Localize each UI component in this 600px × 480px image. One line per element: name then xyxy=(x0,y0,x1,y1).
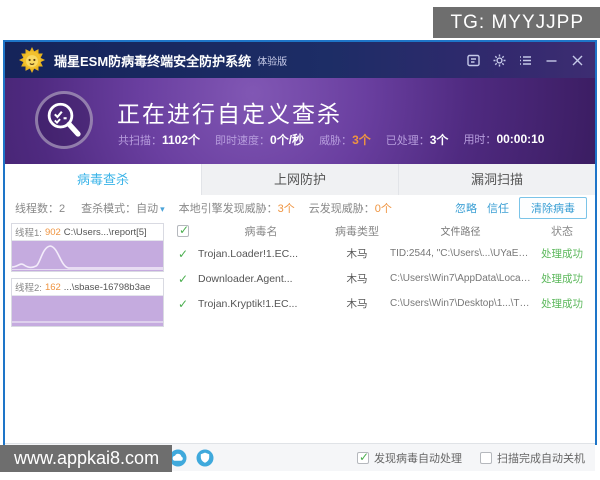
minimize-icon[interactable] xyxy=(544,53,559,68)
tab-bar: 病毒查杀 上网防护 漏洞扫描 xyxy=(5,164,595,195)
stat-elapsed: 用时：00:00:10 xyxy=(463,132,545,146)
stat-scanned: 共扫描：1102个 xyxy=(118,133,201,147)
tab-vulnerability-scan[interactable]: 漏洞扫描 xyxy=(399,164,595,195)
check-icon: ✓ xyxy=(177,246,189,261)
virus-name: Trojan.Kryptik!1.EC... xyxy=(198,297,298,310)
checkbox-icon xyxy=(480,451,492,464)
thread-1-label: 线程1: xyxy=(15,228,42,239)
app-window: 瑞星ESM防病毒终端安全防护系统 体验版 正在进行自定义查杀 共扫描：1102个… xyxy=(3,40,597,471)
thread-2-label: 线程2: xyxy=(15,283,42,294)
stat-threats: 威胁：3个 xyxy=(319,133,371,147)
ignore-button[interactable]: 忽略 xyxy=(455,200,477,216)
status-badge: 处理成功 xyxy=(541,273,583,285)
tg-badge: TG: MYYJJPP xyxy=(432,7,600,38)
select-all-checkbox[interactable] xyxy=(177,223,189,237)
stat-handled: 已处理：3个 xyxy=(385,133,449,147)
col-file-path: 文件路径 xyxy=(440,227,481,238)
table-row[interactable]: ✓ Trojan.Loader!1.EC... 木马 TID:2544, "C:… xyxy=(168,241,593,266)
thread-1-box: 线程1: 902 C:\Users...\report[5] xyxy=(11,223,164,272)
thread-2-box: 线程2: 162 ...\sbase-16798b3ae xyxy=(11,278,164,327)
shield-engine-icon[interactable] xyxy=(196,449,214,467)
settings-gear-icon[interactable] xyxy=(492,53,507,68)
check-icon: ✓ xyxy=(177,296,189,311)
virus-type: 木马 xyxy=(346,248,368,260)
table-row[interactable]: ✓ Downloader.Agent... 木马 C:\Users\Win7\A… xyxy=(168,266,593,291)
file-path: C:\Users\Win7\AppData\Local\...\hn-3[2] xyxy=(390,273,531,284)
table-header-row: 病毒名 病毒类型 文件路径 状态 xyxy=(168,220,593,241)
menu-list-icon[interactable] xyxy=(518,53,533,68)
scan-mode-dropdown[interactable]: 查杀模式：自动 ▾ xyxy=(81,200,165,216)
tab-web-protection[interactable]: 上网防护 xyxy=(202,164,399,195)
virus-type: 木马 xyxy=(346,273,368,285)
stat-speed: 即时速度：0个/秒 xyxy=(215,133,305,147)
scan-status-header: 正在进行自定义查杀 共扫描：1102个 即时速度：0个/秒 威胁：3个 已处理：… xyxy=(5,78,595,164)
trust-button[interactable]: 信任 xyxy=(487,200,509,216)
thread-1-count: 902 xyxy=(44,226,61,238)
content-area: 线程1: 902 C:\Users...\report[5] 线程2: 162 … xyxy=(5,220,595,471)
app-edition-badge: 体验版 xyxy=(257,56,288,68)
thread-2-sparkline xyxy=(12,296,163,326)
virus-table: 病毒名 病毒类型 文件路径 状态 ✓ Trojan.Loader!1.EC...… xyxy=(168,220,593,316)
status-badge: 处理成功 xyxy=(541,248,583,260)
thread-panel: 线程1: 902 C:\Users...\report[5] 线程2: 162 … xyxy=(11,223,164,333)
file-path: TID:2544, "C:\Users\...\UYaEB1CDoa.exe" xyxy=(390,248,531,259)
rising-lion-logo xyxy=(19,47,45,73)
app-title: 瑞星ESM防病毒终端安全防护系统 xyxy=(54,53,252,69)
table-row[interactable]: ✓ Trojan.Kryptik!1.EC... 木马 C:\Users\Win… xyxy=(168,291,593,316)
cloud-threats: 云发现威胁：0个 xyxy=(308,202,392,215)
virus-type: 木马 xyxy=(346,298,368,310)
chevron-down-icon: ▾ xyxy=(160,203,165,214)
scan-toolbar: 线程数：2 查杀模式：自动 ▾ 本地引擎发现威胁：3个 云发现威胁：0个 忽略 信… xyxy=(5,195,595,220)
scan-magnifier-icon xyxy=(35,91,93,149)
thread-1-sparkline xyxy=(12,241,163,271)
thread-count-label: 线程数：2 xyxy=(15,202,66,215)
status-badge: 处理成功 xyxy=(541,298,583,310)
titlebar: 瑞星ESM防病毒终端安全防护系统 体验版 xyxy=(5,42,595,78)
clean-virus-button[interactable]: 清除病毒 xyxy=(519,196,587,219)
auto-shutdown-checkbox[interactable]: 扫描完成自动关机 xyxy=(480,450,585,466)
auto-handle-checkbox[interactable]: 发现病毒自动处理 xyxy=(357,450,462,466)
col-virus-name: 病毒名 xyxy=(244,225,278,238)
scan-stats: 共扫描：1102个 即时速度：0个/秒 威胁：3个 已处理：3个 用时：00:0… xyxy=(118,131,544,148)
tab-virus-scan[interactable]: 病毒查杀 xyxy=(5,164,202,195)
thread-2-path: ...\sbase-16798b3ae xyxy=(63,281,151,293)
scan-title: 正在进行自定义查杀 xyxy=(117,101,342,127)
file-path: C:\Users\Win7\Desktop\1...\TRBYU23.exe xyxy=(390,298,531,309)
thread-2-count: 162 xyxy=(44,281,61,293)
thread-1-path: C:\Users...\report[5] xyxy=(63,226,147,238)
checkbox-icon xyxy=(357,450,369,464)
notification-icon[interactable] xyxy=(466,53,481,68)
page: TG: MYYJJPP 瑞星ESM防病毒终端安全防护系统 体验版 正在进行自定义… xyxy=(0,0,600,480)
virus-name: Downloader.Agent... xyxy=(198,272,293,285)
watermark: www.appkai8.com xyxy=(0,445,172,472)
virus-name: Trojan.Loader!1.EC... xyxy=(198,247,298,260)
col-virus-type: 病毒类型 xyxy=(335,225,379,238)
col-status: 状态 xyxy=(551,225,573,238)
close-icon[interactable] xyxy=(570,53,585,68)
local-engine-threats: 本地引擎发现威胁：3个 xyxy=(178,202,295,215)
check-icon: ✓ xyxy=(177,271,189,286)
